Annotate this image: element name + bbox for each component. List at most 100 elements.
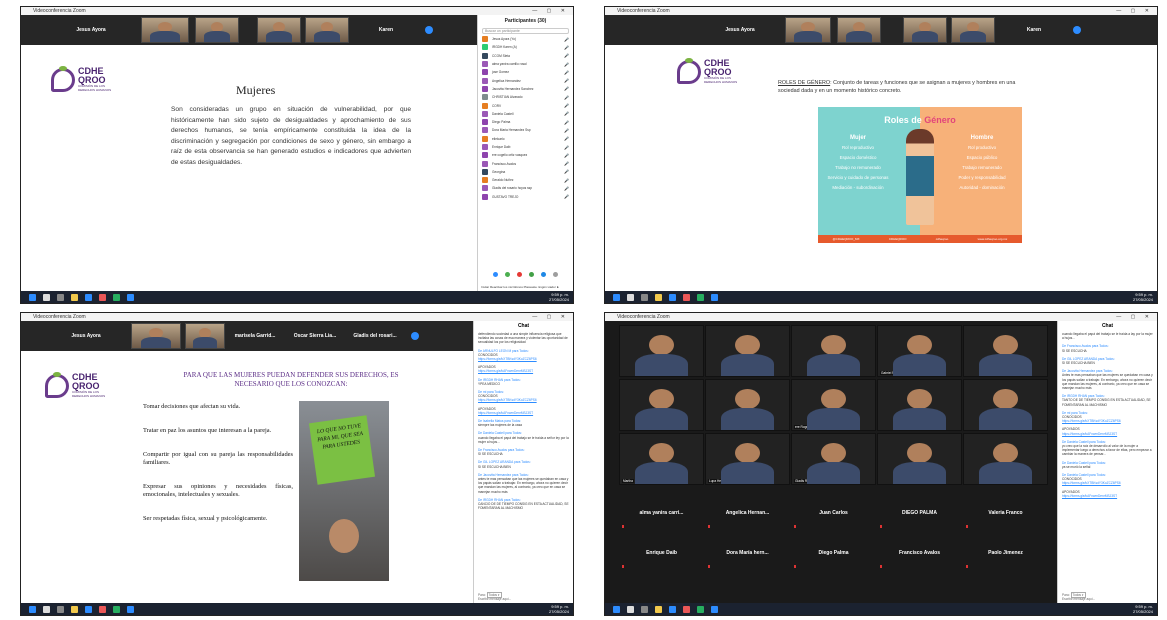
mic-muted-icon[interactable]: 🎤 xyxy=(564,95,569,100)
camera-off-tile[interactable]: Angelica Hernan... xyxy=(705,495,790,531)
video-tile[interactable] xyxy=(877,433,962,485)
video-tile[interactable] xyxy=(877,379,962,431)
mic-muted-icon[interactable]: 🎤 xyxy=(564,153,569,158)
shield-icon[interactable] xyxy=(1073,26,1081,34)
mic-muted-icon[interactable]: 🎤 xyxy=(564,169,569,174)
chat-link[interactable]: https://forms.gle/kXTBKsdY3KoZCZ6PS6 xyxy=(478,398,537,402)
mic-muted-icon[interactable]: 🎤 xyxy=(564,37,569,42)
video-tile[interactable] xyxy=(791,325,876,377)
taskview-icon[interactable] xyxy=(57,605,64,613)
chat-input[interactable]: Escribir mensaje aquí... xyxy=(1062,597,1153,601)
camera-off-tile[interactable]: Juan Carlos xyxy=(791,495,876,531)
mic-muted-icon[interactable]: 🎤 xyxy=(564,62,569,67)
windows-start-icon[interactable] xyxy=(29,605,36,613)
zoom-icon[interactable] xyxy=(711,605,718,613)
participant-row[interactable]: CORV 🎤 xyxy=(478,101,573,109)
zoom-icon[interactable] xyxy=(711,293,718,301)
video-thumb[interactable] xyxy=(785,17,831,43)
windows-start-icon[interactable] xyxy=(613,293,620,301)
taskbar-clock[interactable]: 9:59 p. m. 27/05/2024 xyxy=(549,604,569,614)
participant-row[interactable]: Jacovita Hernandez Sanchez 🎤 xyxy=(478,85,573,93)
mic-muted-icon[interactable]: 🎤 xyxy=(564,186,569,191)
zoom-icon[interactable] xyxy=(127,605,134,613)
folder-icon[interactable] xyxy=(655,293,662,301)
folder-icon[interactable] xyxy=(655,605,662,613)
panel-footer[interactable]: Invitar Reactivar los micrófonos Placeas… xyxy=(478,285,573,289)
folder-icon[interactable] xyxy=(71,605,78,613)
window-controls[interactable]: — ▢ ✕ xyxy=(532,313,569,321)
participant-row[interactable]: Francisco Avalos 🎤 xyxy=(478,159,573,167)
video-thumb[interactable] xyxy=(951,17,995,43)
video-tile[interactable] xyxy=(963,433,1048,485)
video-tile[interactable]: ere Rogelio ortiz vásquez xyxy=(791,379,876,431)
mic-muted-icon[interactable]: 🎤 xyxy=(564,111,569,116)
video-thumb[interactable] xyxy=(185,323,225,349)
mic-muted-icon[interactable]: 🎤 xyxy=(564,78,569,83)
participant-row[interactable]: IRGDH Karen (A) 🎤 xyxy=(478,43,573,51)
camera-off-tile[interactable]: Valeria Franco xyxy=(963,495,1048,531)
video-thumb[interactable] xyxy=(257,17,301,43)
app-icon[interactable] xyxy=(683,605,690,613)
video-thumb[interactable] xyxy=(195,17,239,43)
video-thumb[interactable] xyxy=(141,17,189,43)
participant-row[interactable]: Diego Palma 🎤 xyxy=(478,118,573,126)
mic-muted-icon[interactable]: 🎤 xyxy=(564,120,569,125)
mic-muted-icon[interactable]: 🎤 xyxy=(564,53,569,58)
chat-input[interactable]: Escribir mensaje aquí... xyxy=(478,597,569,601)
taskbar-clock[interactable]: 9:59 p. m. 27/05/2024 xyxy=(1133,292,1153,302)
camera-off-tile[interactable]: DIEGO PALMA xyxy=(877,495,962,531)
video-thumb[interactable] xyxy=(131,323,181,349)
camera-off-tile[interactable]: Diego Palma xyxy=(791,535,876,571)
video-tile[interactable]: Gabriel Nieto xyxy=(877,325,962,377)
reaction-icon[interactable] xyxy=(517,271,522,277)
camera-off-tile[interactable]: Francisco Avalos xyxy=(877,535,962,571)
mic-muted-icon[interactable]: 🎤 xyxy=(564,128,569,133)
mic-muted-icon[interactable]: 🎤 xyxy=(564,45,569,50)
folder-icon[interactable] xyxy=(71,293,78,301)
app-icon[interactable] xyxy=(683,293,690,301)
video-tile[interactable]: Gladis Rosario Hoyos xyxy=(791,433,876,485)
edge-icon[interactable] xyxy=(669,293,676,301)
search-icon[interactable] xyxy=(627,293,634,301)
video-tile[interactable] xyxy=(619,379,704,431)
app-icon[interactable] xyxy=(99,293,106,301)
app-icon[interactable] xyxy=(697,605,704,613)
windows-start-icon[interactable] xyxy=(613,605,620,613)
chat-link[interactable]: https://forms.gle/kAFnwmDenrMSJ3ST xyxy=(478,411,533,415)
app-icon[interactable] xyxy=(99,605,106,613)
video-tile[interactable]: Martha xyxy=(619,433,704,485)
reaction-icon[interactable] xyxy=(529,271,534,277)
video-thumb[interactable] xyxy=(305,17,349,43)
participant-row[interactable]: CCOM Sleta 🎤 xyxy=(478,52,573,60)
reaction-icon[interactable] xyxy=(541,271,546,277)
shield-icon[interactable] xyxy=(411,332,419,340)
video-tile[interactable] xyxy=(619,325,704,377)
camera-off-tile[interactable]: alma yanira carri... xyxy=(619,495,704,531)
mic-muted-icon[interactable]: 🎤 xyxy=(564,145,569,150)
taskbar-clock[interactable]: 9:59 p. m. 27/05/2024 xyxy=(549,292,569,302)
participant-row[interactable]: Geraldo Nuñez 🎤 xyxy=(478,176,573,184)
taskview-icon[interactable] xyxy=(57,293,64,301)
participant-row[interactable]: elielcarlo 🎤 xyxy=(478,135,573,143)
chat-link[interactable]: https://forms.gle/kAFnwmDenrMSJ3ST xyxy=(478,369,533,373)
participant-row[interactable]: alma yanira carrillo rosal 🎤 xyxy=(478,60,573,68)
participant-row[interactable]: Daniela Castell 🎤 xyxy=(478,110,573,118)
search-icon[interactable] xyxy=(43,293,50,301)
reaction-icon[interactable] xyxy=(505,271,510,277)
camera-off-tile[interactable]: Enrique Daib xyxy=(619,535,704,571)
participant-row[interactable]: Jesus Ayora (Yo) 🎤 xyxy=(478,35,573,43)
mic-muted-icon[interactable]: 🎤 xyxy=(564,86,569,91)
chat-link[interactable]: https://forms.gle/kAFnwmDenrMSJ3ST xyxy=(1062,432,1117,436)
window-controls[interactable]: — ▢ ✕ xyxy=(532,7,569,15)
video-tile[interactable] xyxy=(705,325,790,377)
video-thumb[interactable] xyxy=(903,17,947,43)
participant-row[interactable]: ere cogelio ortiz vasquez 🎤 xyxy=(478,151,573,159)
participant-row[interactable]: Angelica Hernandez 🎤 xyxy=(478,76,573,84)
participant-row[interactable]: GUSTAVO TREJO 🎤 xyxy=(478,193,573,201)
mic-muted-icon[interactable]: 🎤 xyxy=(564,194,569,199)
mic-muted-icon[interactable]: 🎤 xyxy=(564,103,569,108)
participant-row[interactable]: Georgina 🎤 xyxy=(478,168,573,176)
window-controls[interactable]: — ▢ ✕ xyxy=(1116,7,1153,15)
video-tile[interactable] xyxy=(963,325,1048,377)
app-icon[interactable] xyxy=(113,605,120,613)
